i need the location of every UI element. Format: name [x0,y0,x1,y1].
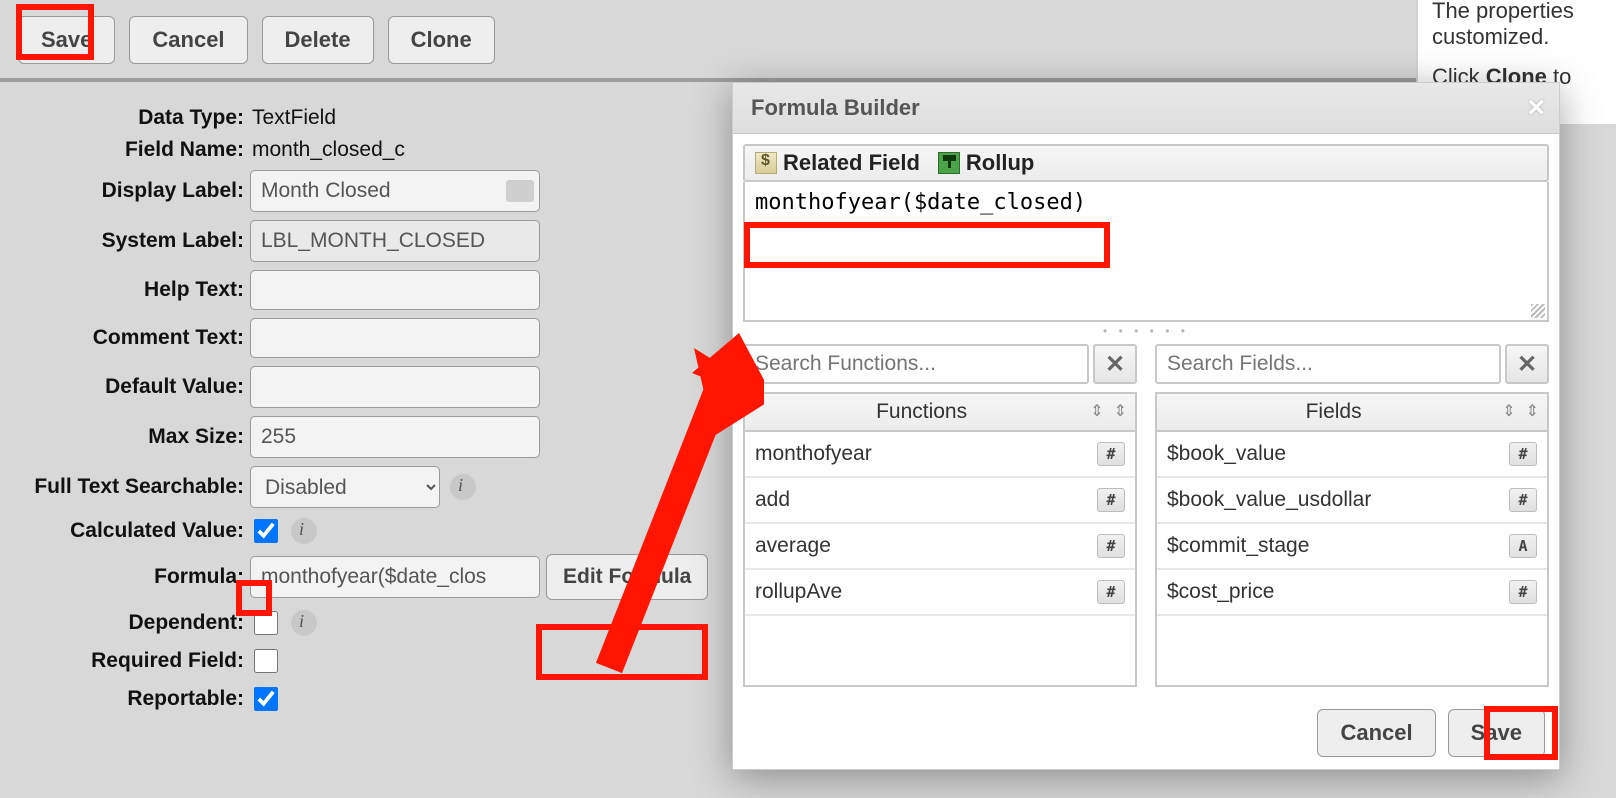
list-item-label: average [755,534,831,558]
function-row[interactable]: average # [745,524,1135,570]
type-badge: # [1509,442,1537,466]
dialog-cancel-button[interactable]: Cancel [1317,709,1435,757]
max-size-input[interactable] [250,416,540,458]
dollar-icon [755,152,777,174]
calculated-value-label: Calculated Value: [12,519,250,543]
tab-related-field[interactable]: Related Field [755,150,920,176]
data-type-label: Data Type: [12,106,250,130]
dependent-checkbox[interactable] [254,611,278,635]
list-item-label: $book_value_usdollar [1167,488,1371,512]
field-row[interactable]: $book_value # [1157,432,1547,478]
formula-editor: monthofyear($date_closed) [743,182,1549,322]
help-text-line: customized. [1432,24,1608,50]
id-card-icon [506,180,534,202]
help-text-line: The properties [1432,0,1608,24]
close-icon[interactable]: × [1527,91,1545,125]
clone-button[interactable]: Clone [388,16,495,64]
display-label-input[interactable] [250,170,540,212]
fields-panel: ✕ Fields ⇕ ⇕ $book_value#$book_value_usd… [1155,344,1549,687]
help-text-input[interactable] [250,270,540,310]
sort-icon[interactable]: ⇕ [1502,404,1515,420]
field-name-value: month_closed_c [250,138,405,162]
delete-button[interactable]: Delete [262,16,374,64]
comment-text-label: Comment Text: [12,326,250,350]
search-functions-input[interactable] [743,344,1089,384]
dialog-save-button[interactable]: Save [1448,709,1545,757]
resize-handle-icon[interactable] [1531,304,1545,318]
reportable-checkbox[interactable] [254,687,278,711]
sort-icon[interactable]: ⇕ [1090,404,1103,420]
sort-icon[interactable]: ⇕ [1114,404,1127,420]
reportable-label: Reportable: [12,687,250,711]
type-badge: # [1097,580,1125,604]
field-row[interactable]: $book_value_usdollar # [1157,478,1547,524]
list-item-label: add [755,488,790,512]
required-field-label: Required Field: [12,649,250,673]
pin-icon [938,152,960,174]
type-badge: # [1097,488,1125,512]
fields-grid: Fields ⇕ ⇕ $book_value#$book_value_usdol… [1155,392,1549,687]
edit-formula-button[interactable]: Edit Formula [546,554,708,600]
full-text-select[interactable]: Disabled [250,466,440,508]
formula-builder-dialog: Formula Builder × Related Field Rollup m… [732,82,1560,770]
function-row[interactable]: rollupAve # [745,570,1135,616]
type-badge: # [1509,488,1537,512]
dependent-label: Dependent: [12,611,250,635]
save-button[interactable]: Save [18,16,115,64]
dialog-tabbar: Related Field Rollup [743,144,1549,182]
splitter-handle[interactable]: • • • • • • [743,322,1549,344]
fields-header[interactable]: Fields [1165,400,1502,424]
tab-label: Related Field [783,150,920,176]
max-size-label: Max Size: [12,425,250,449]
system-label-input [250,220,540,262]
type-badge: # [1097,534,1125,558]
dialog-footer: Cancel Save [733,697,1559,769]
type-badge: # [1097,442,1125,466]
formula-label: Formula: [12,565,250,589]
functions-panel: ✕ Functions ⇕ ⇕ monthofyear # add # average #… [743,344,1137,687]
list-item-label: $cost_price [1167,580,1274,604]
type-badge: A [1509,534,1537,558]
data-type-value: TextField [250,106,336,130]
cancel-button[interactable]: Cancel [129,16,247,64]
sort-icon[interactable]: ⇕ [1526,404,1539,420]
comment-text-input[interactable] [250,318,540,358]
field-row[interactable]: $cost_price # [1157,570,1547,616]
calculated-value-checkbox[interactable] [254,519,278,543]
list-item-label: rollupAve [755,580,842,604]
info-icon[interactable] [291,610,317,636]
clear-search-icon[interactable]: ✕ [1505,344,1549,384]
list-item-label: $book_value [1167,442,1286,466]
tab-label: Rollup [966,150,1034,176]
formula-textarea[interactable]: monthofyear($date_closed) [745,182,1547,320]
required-field-checkbox[interactable] [254,649,278,673]
info-icon[interactable] [291,518,317,544]
help-text-label: Help Text: [12,278,250,302]
system-label-label: System Label: [12,229,250,253]
function-row[interactable]: add # [745,478,1135,524]
field-row[interactable]: $commit_stage A [1157,524,1547,570]
clear-search-icon[interactable]: ✕ [1093,344,1137,384]
default-value-input[interactable] [250,366,540,408]
tab-rollup[interactable]: Rollup [938,150,1034,176]
default-value-label: Default Value: [12,375,250,399]
field-name-label: Field Name: [12,138,250,162]
formula-input[interactable] [250,556,540,598]
info-icon[interactable] [450,474,476,500]
full-text-label: Full Text Searchable: [12,475,250,499]
dialog-header: Formula Builder × [733,83,1559,134]
functions-header[interactable]: Functions [753,400,1090,424]
dialog-title: Formula Builder [751,95,920,120]
search-fields-input[interactable] [1155,344,1501,384]
functions-grid: Functions ⇕ ⇕ monthofyear#add#average#ro… [743,392,1137,687]
type-badge: # [1509,580,1537,604]
list-item-label: monthofyear [755,442,872,466]
list-item-label: $commit_stage [1167,534,1309,558]
display-label-label: Display Label: [12,179,250,203]
top-toolbar: Save Cancel Delete Clone [0,0,1616,82]
function-row[interactable]: monthofyear # [745,432,1135,478]
